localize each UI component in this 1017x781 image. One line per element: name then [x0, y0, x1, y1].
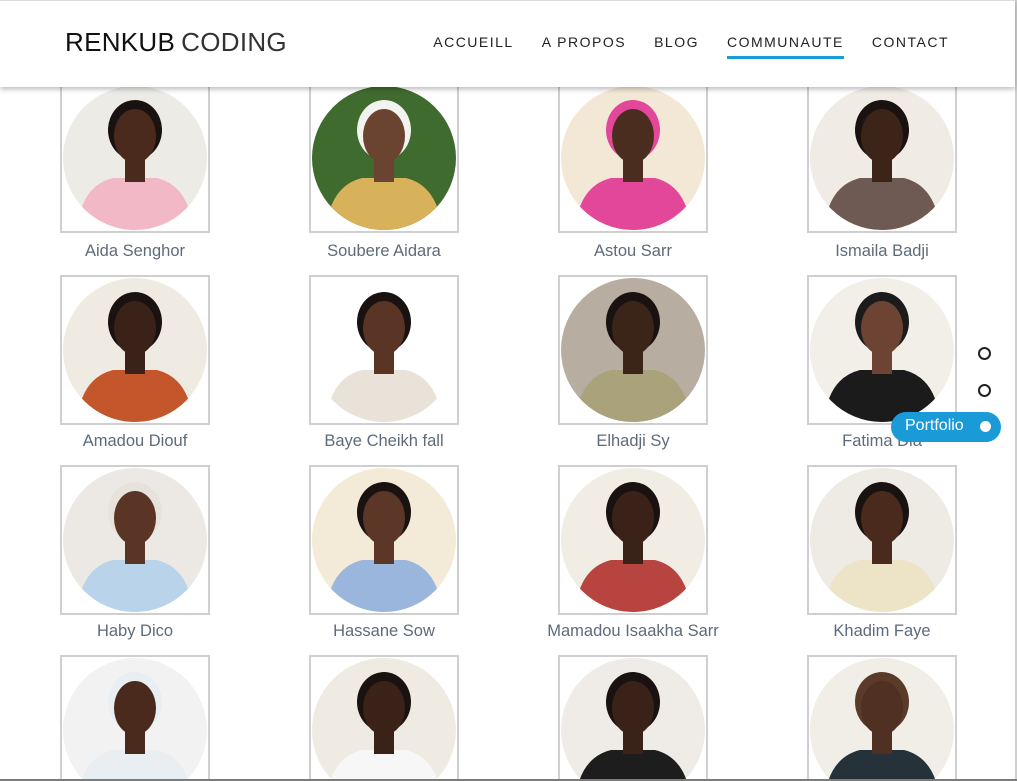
member-photo-frame [309, 83, 459, 233]
member-photo [312, 278, 456, 422]
member-photo [561, 658, 705, 781]
member-photo [312, 468, 456, 612]
member-photo-frame [60, 465, 210, 615]
side-nav-dot-1[interactable] [978, 347, 991, 360]
member-grid: Aida Senghor Soubere Aidara Astou Sarr Isma… [0, 0, 1017, 781]
side-nav-active-portfolio[interactable]: Portfolio [891, 412, 1001, 442]
member-photo-frame [309, 655, 459, 781]
member-name: Mamadou Isaakha Sarr [547, 622, 719, 640]
member-photo-frame [558, 655, 708, 781]
side-nav-active-label: Portfolio [905, 417, 964, 434]
member-photo-frame [807, 465, 957, 615]
member-photo [810, 468, 954, 612]
nav-contact[interactable]: CONTACT [872, 34, 949, 59]
site-header: RENKUB CODING ACCUEILL A PROPOS BLOG COMM… [0, 0, 1015, 87]
member-photo [561, 468, 705, 612]
member-photo [63, 278, 207, 422]
member-name: Hassane Sow [333, 622, 435, 640]
member-name: Baye Cheikh fall [324, 432, 444, 450]
member-photo [312, 86, 456, 230]
logo-bold-text: RENKUB [65, 27, 176, 57]
member-photo-frame [807, 655, 957, 781]
member-photo [810, 278, 954, 422]
member-name: Astou Sarr [594, 242, 672, 260]
logo-light-text: CODING [181, 27, 287, 57]
member-photo-frame [807, 275, 957, 425]
side-nav-dot-2[interactable] [978, 384, 991, 397]
nav-accueill[interactable]: ACCUEILL [433, 34, 513, 59]
member-photo-frame [309, 465, 459, 615]
nav-a-propos[interactable]: A PROPOS [542, 34, 626, 59]
side-nav-active-dot [980, 421, 991, 432]
member-name: Elhadji Sy [596, 432, 670, 450]
site-logo[interactable]: RENKUB CODING [65, 27, 287, 58]
nav-communaute[interactable]: COMMUNAUTE [726, 34, 844, 59]
member-photo-frame [558, 83, 708, 233]
member-photo-frame [60, 655, 210, 781]
member-photo-frame [309, 275, 459, 425]
member-name: Khadim Faye [833, 622, 931, 640]
nav-blog[interactable]: BLOG [654, 34, 699, 59]
member-photo-frame [807, 83, 957, 233]
member-name: Aida Senghor [85, 242, 185, 260]
member-photo [63, 468, 207, 612]
member-photo [312, 658, 456, 781]
member-photo [63, 86, 207, 230]
member-photo [561, 86, 705, 230]
member-photo [810, 86, 954, 230]
member-photo [810, 658, 954, 781]
member-photo-frame [60, 275, 210, 425]
main-nav: ACCUEILL A PROPOS BLOG COMMUNAUTE CONTAC… [433, 34, 949, 59]
member-photo [561, 278, 705, 422]
member-photo-frame [60, 83, 210, 233]
member-photo-frame [558, 465, 708, 615]
member-name: Haby Dico [96, 622, 174, 640]
member-name: Soubere Aidara [327, 242, 441, 260]
member-name: Ismaila Badji [835, 242, 929, 260]
member-name: Amadou Diouf [82, 432, 188, 450]
member-photo-frame [558, 275, 708, 425]
member-photo [63, 658, 207, 781]
